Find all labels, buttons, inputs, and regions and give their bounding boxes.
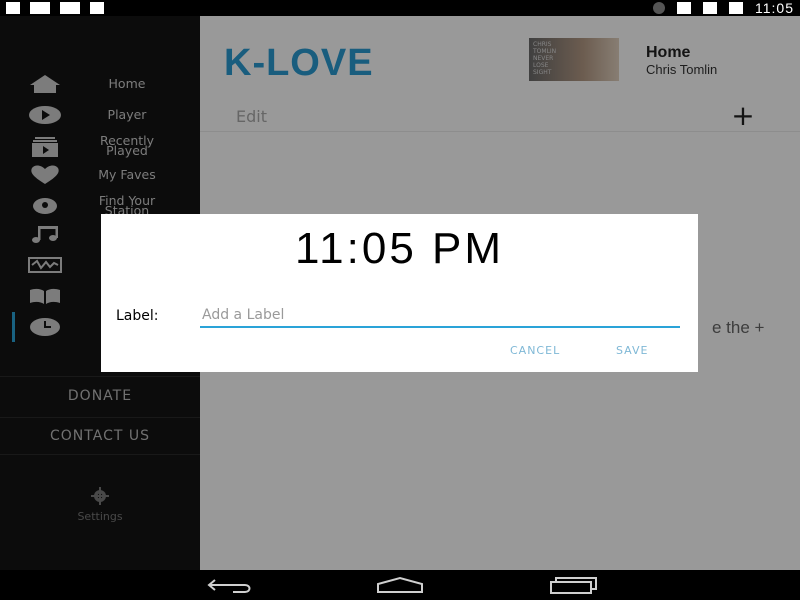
save-button[interactable]: SAVE — [616, 344, 648, 357]
system-navigation-bar — [0, 570, 800, 600]
status-time: 11:05 — [755, 0, 794, 16]
label-caption: Label: — [116, 308, 159, 324]
dialog-time: 11:05 PM — [294, 224, 505, 273]
mute-icon — [677, 2, 691, 14]
recent-apps-icon[interactable] — [548, 576, 598, 594]
bluetooth-icon — [653, 2, 665, 14]
status-bar: 11:05 — [0, 0, 800, 16]
home-nav-icon[interactable] — [375, 576, 425, 594]
status-right-icons: 11:05 — [653, 0, 794, 16]
download-icon — [6, 2, 20, 14]
cancel-button[interactable]: CANCEL — [510, 344, 560, 357]
label-input[interactable] — [200, 304, 680, 328]
printer-icon — [60, 2, 80, 14]
battery-icon — [729, 2, 743, 14]
wifi-icon — [703, 2, 717, 14]
voicemail-icon — [30, 2, 50, 14]
status-left-icons — [6, 2, 104, 14]
alarm-label-dialog: 11:05 PM Label: CANCEL SAVE — [101, 214, 698, 372]
back-icon[interactable] — [205, 576, 255, 594]
signal-bars-icon — [90, 2, 104, 14]
